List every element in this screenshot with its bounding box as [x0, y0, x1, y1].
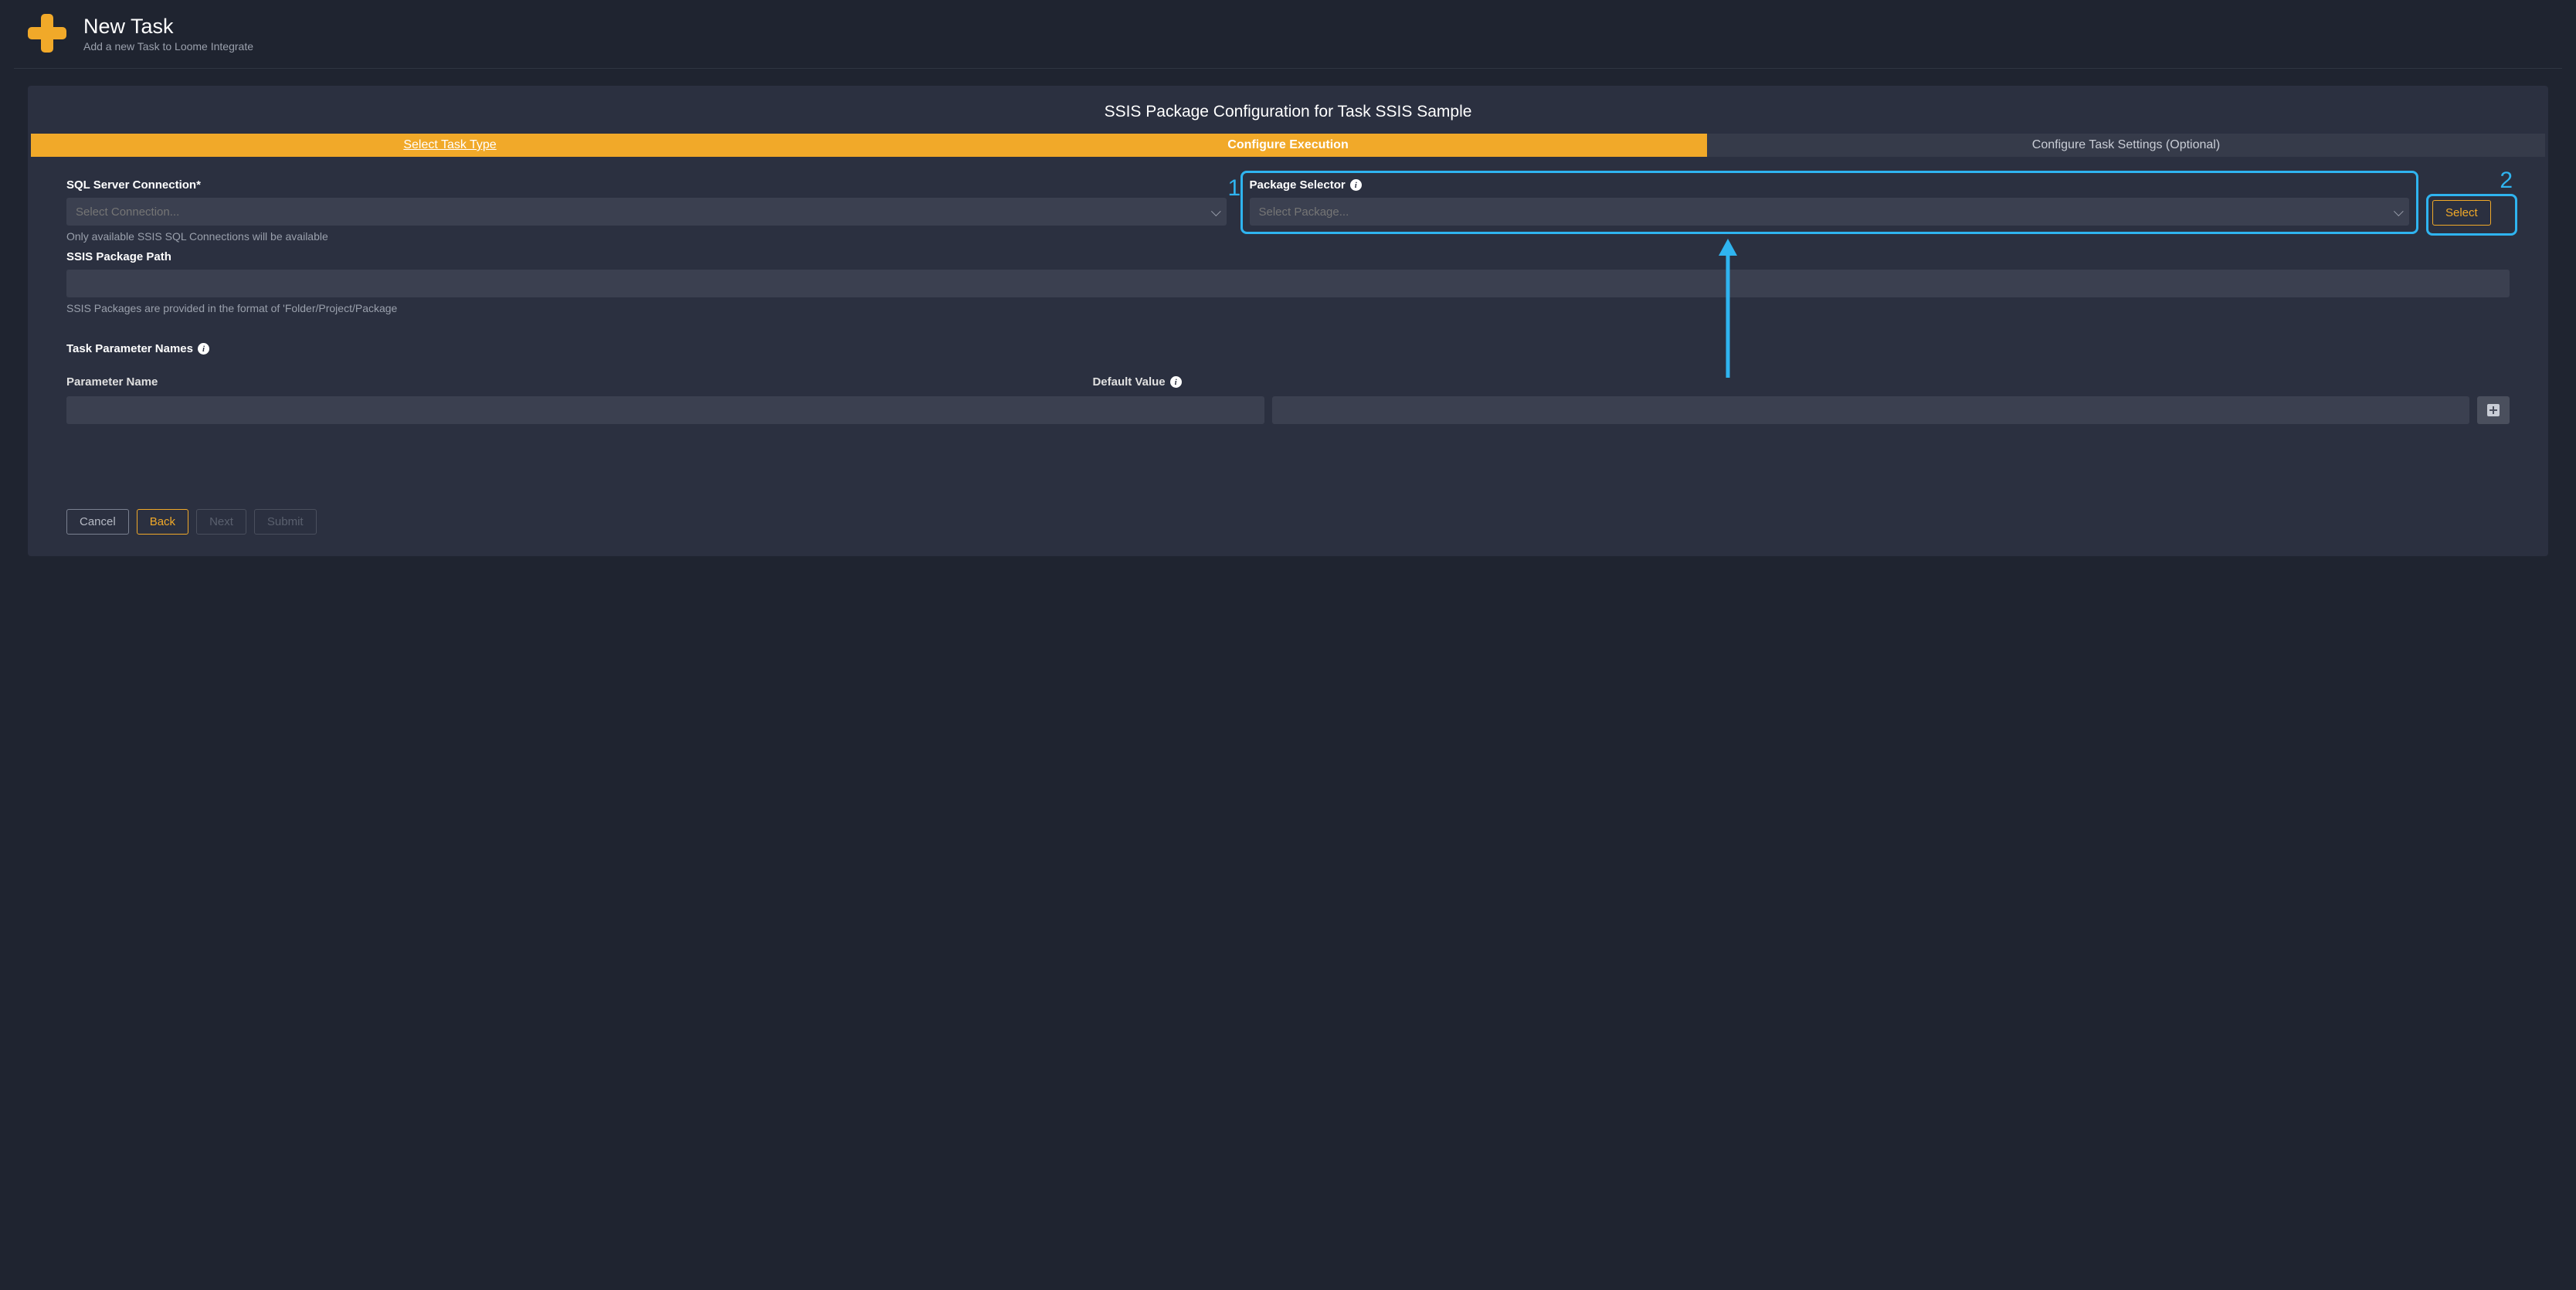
panel-title: SSIS Package Configuration for Task SSIS…	[28, 103, 2548, 121]
tab-configure-task-settings[interactable]: Configure Task Settings (Optional)	[1707, 134, 2545, 157]
cancel-button[interactable]: Cancel	[66, 509, 129, 535]
wizard-tabs: Select Task Type Configure Execution Con…	[31, 134, 2545, 157]
tab-select-task-type[interactable]: Select Task Type	[31, 134, 869, 157]
param-header-name: Parameter Name	[66, 375, 1092, 389]
page-subtitle: Add a new Task to Loome Integrate	[83, 40, 253, 53]
param-headers: Parameter Name Default Value i	[66, 375, 2510, 389]
param-header-default: Default Value i	[1092, 375, 2118, 389]
ssis-path-input[interactable]	[66, 270, 2510, 297]
param-row	[66, 396, 2510, 424]
ssis-path-label: SSIS Package Path	[66, 250, 2510, 263]
sql-connection-group: SQL Server Connection* Only available SS…	[66, 178, 1227, 243]
divider	[14, 68, 2562, 69]
sql-connection-select[interactable]	[66, 198, 1227, 226]
page-header: New Task Add a new Task to Loome Integra…	[0, 0, 2576, 68]
info-icon[interactable]: i	[198, 343, 209, 355]
package-selector-group: 1 Package Selector i	[1250, 178, 2410, 226]
back-button[interactable]: Back	[137, 509, 188, 535]
sql-connection-label: SQL Server Connection*	[66, 178, 1227, 192]
info-icon[interactable]: i	[1350, 179, 1362, 191]
package-selector-label: Package Selector i	[1250, 178, 2410, 192]
config-panel: SSIS Package Configuration for Task SSIS…	[28, 86, 2548, 556]
tab-configure-execution[interactable]: Configure Execution	[869, 134, 1707, 157]
param-default-input[interactable]	[1272, 396, 2470, 424]
wizard-buttons: Cancel Back Next Submit	[28, 494, 2548, 535]
plus-icon	[28, 14, 66, 53]
callout-number-2: 2	[2500, 168, 2513, 194]
package-selector-select[interactable]	[1250, 198, 2410, 226]
sql-connection-hint: Only available SSIS SQL Connections will…	[66, 230, 1227, 243]
select-button[interactable]: Select	[2432, 200, 2491, 226]
param-name-input[interactable]	[66, 396, 1264, 424]
plus-square-icon	[2487, 404, 2500, 416]
task-param-label: Task Parameter Names i	[66, 342, 2510, 355]
next-button[interactable]: Next	[196, 509, 246, 535]
page-title: New Task	[83, 15, 253, 39]
callout-number-1: 1	[1228, 175, 1241, 202]
ssis-path-hint: SSIS Packages are provided in the format…	[66, 302, 2510, 314]
info-icon[interactable]: i	[1170, 376, 1182, 388]
submit-button[interactable]: Submit	[254, 509, 317, 535]
add-param-button[interactable]	[2477, 396, 2510, 424]
